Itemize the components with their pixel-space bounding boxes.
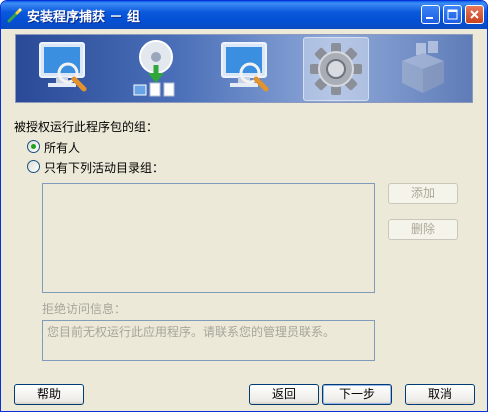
- ad-groups-list[interactable]: [42, 183, 375, 293]
- installer-window: 安装程序捕获 － 组 被授权运行此程序包的组： 所有人 只有下列活动目录组： 添…: [0, 0, 488, 412]
- minimize-button[interactable]: [421, 5, 440, 24]
- radio-everyone[interactable]: [27, 140, 40, 153]
- cancel-button[interactable]: 取消: [405, 384, 475, 405]
- gear-icon: [310, 43, 362, 95]
- maximize-button[interactable]: [443, 5, 462, 24]
- monitor-magnifier-icon: [221, 42, 269, 92]
- step-2: [126, 37, 192, 101]
- deny-message-label: 拒绝访问信息：: [42, 302, 127, 316]
- title-bar[interactable]: 安装程序捕获 － 组: [1, 1, 487, 29]
- maximize-icon: [447, 9, 458, 20]
- minimize-icon: [426, 17, 433, 19]
- step-4-active: [303, 37, 369, 101]
- close-button[interactable]: [465, 5, 484, 24]
- radio-everyone-label[interactable]: 所有人: [44, 139, 80, 156]
- next-button[interactable]: 下一步: [322, 384, 392, 405]
- deny-message-field[interactable]: 您目前无权运行此应用程序。请联系您的管理员联系。: [42, 320, 375, 361]
- package-box-icon: [402, 41, 444, 93]
- step-1: [32, 37, 98, 101]
- radio-ad-groups[interactable]: [27, 160, 40, 173]
- close-icon: [470, 10, 479, 19]
- add-button[interactable]: 添加: [388, 183, 458, 204]
- back-button[interactable]: 返回: [249, 384, 319, 405]
- delete-button[interactable]: 删除: [388, 219, 458, 240]
- groups-section-label: 被授权运行此程序包的组：: [14, 120, 159, 134]
- help-button[interactable]: 帮助: [14, 384, 84, 405]
- radio-ad-groups-label[interactable]: 只有下列活动目录组：: [44, 159, 164, 176]
- monitor-magnifier-icon: [39, 42, 87, 92]
- window-title: 安装程序捕获 － 组: [27, 10, 141, 25]
- wizard-steps-banner: [15, 34, 473, 103]
- step-3: [214, 37, 280, 101]
- radio-selected-dot: [31, 144, 36, 149]
- step-5: [390, 37, 456, 101]
- disc-download-icon: [133, 40, 175, 97]
- app-wand-icon: [7, 8, 22, 23]
